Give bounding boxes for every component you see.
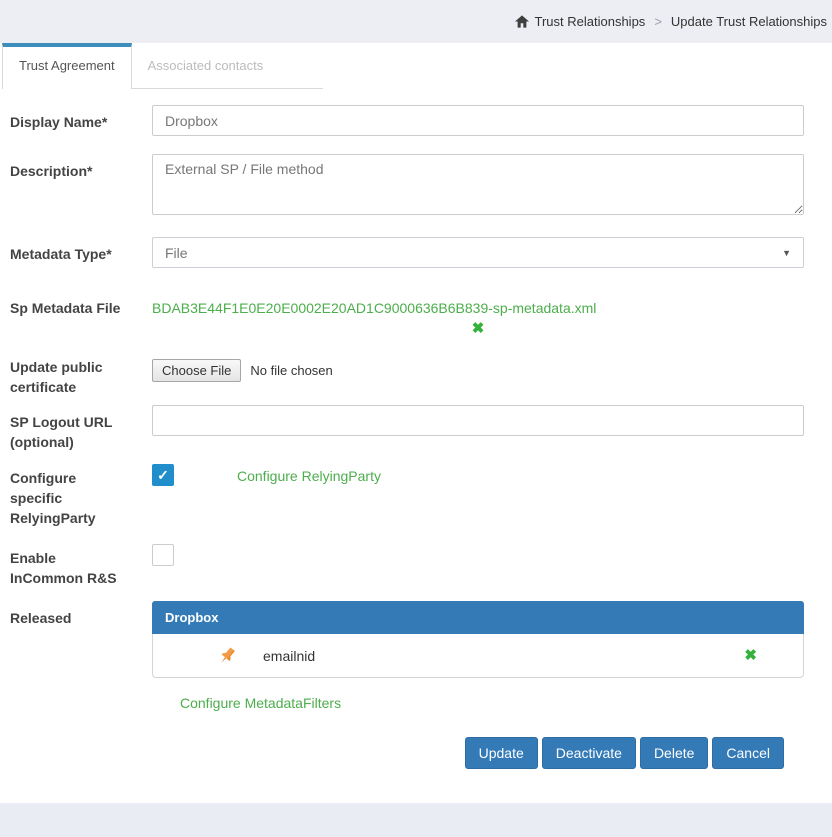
description-label: Description* (10, 154, 152, 181)
released-label: Released (10, 601, 152, 628)
update-certificate-label: Update public certificate (10, 354, 152, 397)
breadcrumb-separator: > (651, 14, 665, 29)
sp-logout-url-input[interactable] (152, 405, 804, 436)
description-row: Description* External SP / File method (10, 154, 804, 220)
enable-incommon-row: Enable InCommon R&S ✓ (10, 541, 804, 588)
page: Trust Relationships > Update Trust Relat… (0, 0, 832, 837)
released-attributes-panel: Dropbox emailnid ✖ (152, 601, 804, 678)
sp-metadata-file-link[interactable]: BDAB3E44F1E0E20E0002E20AD1C9000636B6B839… (152, 298, 596, 318)
remove-metadata-file-icon[interactable]: ✖ (472, 320, 485, 338)
chevron-down-icon: ▼ (782, 248, 791, 258)
configure-relyingparty-label: Configure specific RelyingParty (10, 461, 152, 528)
display-name-input[interactable] (152, 105, 804, 136)
update-certificate-row: Update public certificate Choose File No… (10, 354, 804, 397)
configure-metadatafilters-link[interactable]: Configure MetadataFilters (180, 693, 341, 713)
check-icon: ✓ (157, 468, 169, 482)
cancel-button[interactable]: Cancel (712, 737, 784, 769)
metadata-type-selected-value: File (165, 245, 188, 261)
sp-logout-url-label: SP Logout URL (optional) (10, 405, 152, 452)
configure-relyingparty-row: Configure specific RelyingParty ✓ Config… (10, 461, 804, 528)
update-button[interactable]: Update (465, 737, 538, 769)
description-textarea[interactable]: External SP / File method (152, 154, 804, 215)
enable-incommon-label: Enable InCommon R&S (10, 541, 152, 588)
remove-attribute-icon[interactable]: ✖ (744, 647, 757, 665)
released-row: Released Dropbox emailnid ✖ (10, 601, 804, 678)
sp-metadata-file-row: Sp Metadata File BDAB3E44F1E0E20E0002E20… (10, 298, 804, 338)
tab-associated-contacts[interactable]: Associated contacts (132, 43, 324, 89)
sp-logout-url-row: SP Logout URL (optional) (10, 405, 804, 452)
tab-trust-agreement[interactable]: Trust Agreement (2, 43, 132, 89)
metadata-type-row: Metadata Type* File ▼ (10, 237, 804, 268)
display-name-row: Display Name* (10, 105, 804, 136)
topbar: Trust Relationships > Update Trust Relat… (0, 0, 832, 43)
enable-incommon-checkbox[interactable]: ✓ (152, 544, 174, 566)
file-chosen-status: No file chosen (250, 363, 332, 378)
action-buttons: Update Deactivate Delete Cancel (10, 737, 784, 769)
configure-relyingparty-link[interactable]: Configure RelyingParty (237, 461, 381, 486)
choose-file-button[interactable]: Choose File (152, 359, 241, 382)
released-attribute-name: emailnid (263, 648, 744, 664)
display-name-label: Display Name* (10, 105, 152, 132)
breadcrumb-trust-relationships[interactable]: Trust Relationships (535, 14, 646, 29)
tab-bar: Trust Agreement Associated contacts (0, 43, 832, 89)
footer-bar (0, 803, 832, 837)
certificate-file-input: Choose File No file chosen (152, 354, 804, 382)
breadcrumb: Trust Relationships > Update Trust Relat… (515, 14, 827, 29)
deactivate-button[interactable]: Deactivate (542, 737, 636, 769)
metadata-type-select[interactable]: File ▼ (152, 237, 804, 268)
breadcrumb-update-trust-relationships[interactable]: Update Trust Relationships (671, 14, 827, 29)
home-icon (515, 15, 529, 28)
metadata-type-label: Metadata Type* (10, 237, 152, 264)
configure-relyingparty-checkbox[interactable]: ✓ (152, 464, 174, 486)
trust-agreement-form: Display Name* Description* External SP /… (0, 89, 832, 798)
metadata-filters-row: Configure MetadataFilters (10, 693, 804, 713)
released-panel-title: Dropbox (152, 601, 804, 634)
delete-button[interactable]: Delete (640, 737, 708, 769)
released-attribute-row: emailnid ✖ (153, 634, 803, 677)
sp-metadata-file-label: Sp Metadata File (10, 298, 152, 318)
pin-icon[interactable] (217, 646, 237, 666)
